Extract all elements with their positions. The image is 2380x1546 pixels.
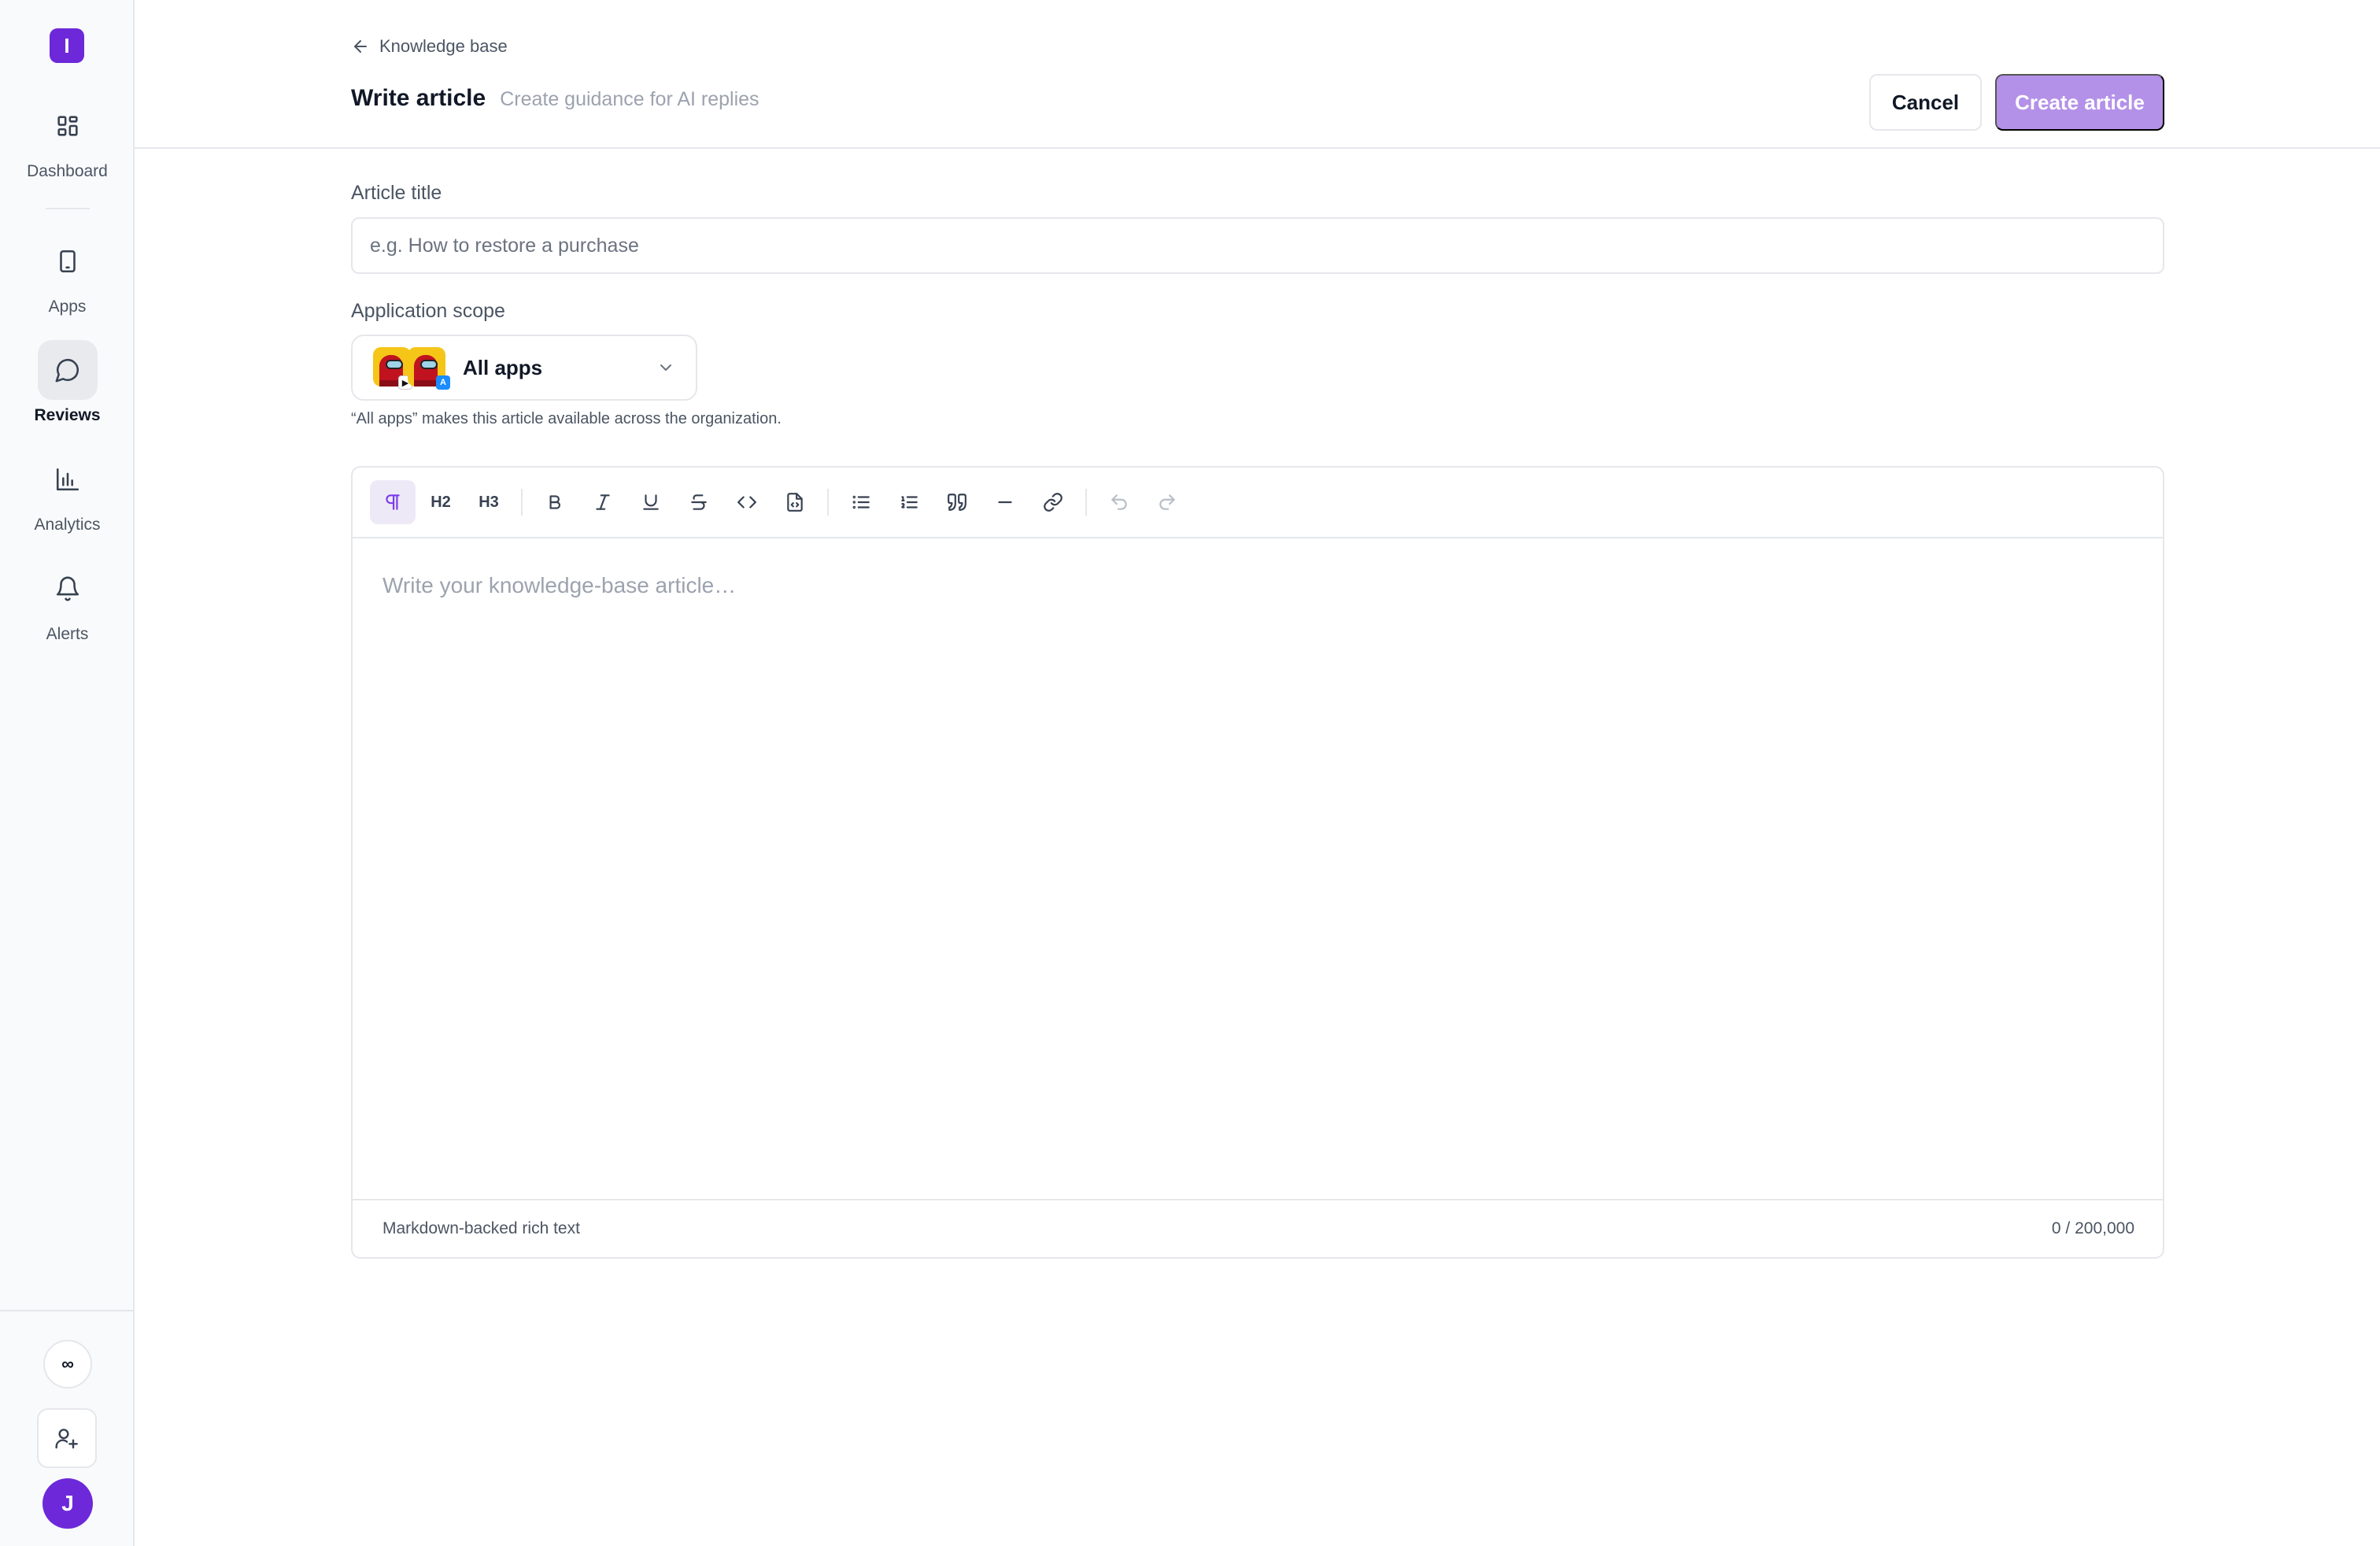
- page-subtitle: Create guidance for AI replies: [500, 88, 759, 110]
- underline-button[interactable]: [628, 480, 674, 524]
- quote-icon: [948, 494, 966, 511]
- chevron-down-icon: [660, 364, 671, 371]
- toolbar-separator: [1085, 489, 1087, 516]
- sidebar-divider: [46, 208, 90, 209]
- phone-icon: [38, 231, 98, 291]
- heading-2-label: H2: [431, 493, 451, 511]
- app-store-badge-icon: A: [436, 375, 450, 390]
- user-plus-icon: [55, 1429, 78, 1449]
- breadcrumb-back-link[interactable]: Knowledge base: [351, 36, 508, 57]
- editor-footer: Markdown-backed rich text 0 / 200,000: [353, 1199, 2163, 1257]
- sidebar-item-label: Analytics: [34, 516, 101, 534]
- code-icon: [737, 496, 756, 509]
- sidebar: I Dashboard Apps Reviews Analytics Alert…: [0, 0, 135, 1546]
- italic-icon: [596, 494, 610, 510]
- bold-icon: [549, 495, 561, 509]
- sidebar-item-label: Alerts: [46, 625, 89, 643]
- page-title: Write article: [351, 85, 486, 111]
- create-article-button[interactable]: Create article: [1995, 74, 2164, 131]
- undo-button[interactable]: [1096, 480, 1142, 524]
- toolbar-separator: [521, 489, 523, 516]
- sidebar-item-dashboard[interactable]: Dashboard: [0, 96, 135, 181]
- cancel-button[interactable]: Cancel: [1869, 74, 1982, 131]
- avatar[interactable]: J: [42, 1478, 93, 1529]
- italic-button[interactable]: [580, 480, 626, 524]
- header-divider: [135, 147, 2380, 149]
- underline-icon: [643, 494, 659, 510]
- arrow-left-icon: [354, 40, 367, 53]
- infinity-button[interactable]: ∞: [43, 1340, 92, 1389]
- redo-icon: [1159, 494, 1175, 510]
- grid-icon: [38, 96, 98, 156]
- undo-icon: [1111, 494, 1127, 510]
- heading-2-button[interactable]: H2: [418, 480, 464, 524]
- infinity-icon: ∞: [61, 1354, 74, 1374]
- character-count: 0 / 200,000: [2051, 1219, 2134, 1237]
- list-icon: [852, 495, 870, 509]
- rich-text-editor: H2 H3 Write your knowledge-base article……: [351, 466, 2164, 1259]
- list-ordered-icon: [901, 496, 918, 509]
- ordered-list-button[interactable]: [886, 480, 932, 524]
- paragraph-button[interactable]: [370, 480, 416, 524]
- editor-format-note: Markdown-backed rich text: [382, 1219, 580, 1237]
- horizontal-rule-button[interactable]: [982, 480, 1028, 524]
- scope-value: All apps: [463, 355, 543, 379]
- strikethrough-icon: [691, 494, 707, 510]
- app-logo[interactable]: I: [50, 28, 84, 63]
- sidebar-item-alerts[interactable]: Alerts: [0, 559, 135, 644]
- inline-code-button[interactable]: [724, 480, 770, 524]
- application-scope-select[interactable]: ▶ A All apps: [351, 335, 697, 401]
- editor-content-area[interactable]: Write your knowledge-base article…: [353, 538, 2163, 1200]
- strikethrough-button[interactable]: [676, 480, 722, 524]
- sidebar-item-reviews[interactable]: Reviews: [0, 340, 135, 425]
- blockquote-button[interactable]: [934, 480, 980, 524]
- minus-icon: [998, 501, 1012, 504]
- sidebar-item-label: Reviews: [34, 406, 101, 424]
- application-scope-label: Application scope: [351, 300, 505, 322]
- invite-user-button[interactable]: [37, 1408, 97, 1468]
- breadcrumb-label: Knowledge base: [379, 36, 508, 56]
- sidebar-item-apps[interactable]: Apps: [0, 231, 135, 316]
- redo-button[interactable]: [1144, 480, 1190, 524]
- scope-hint: “All apps” makes this article available …: [351, 410, 782, 427]
- app-icons: ▶ A: [373, 347, 450, 390]
- chat-bubble-icon: [37, 340, 98, 400]
- bullet-list-button[interactable]: [838, 480, 884, 524]
- article-title-label: Article title: [351, 182, 442, 204]
- editor-toolbar: H2 H3: [353, 468, 2163, 538]
- link-icon: [1044, 493, 1062, 512]
- editor-placeholder: Write your knowledge-base article…: [382, 573, 737, 597]
- bell-icon: [38, 559, 98, 619]
- link-button[interactable]: [1030, 480, 1076, 524]
- pilcrow-icon: [386, 494, 400, 510]
- bold-button[interactable]: [532, 480, 578, 524]
- file-code-icon: [787, 493, 803, 512]
- sidebar-divider: [0, 1310, 135, 1311]
- bar-chart-icon: [38, 449, 98, 509]
- sidebar-item-label: Apps: [48, 298, 87, 316]
- page-title-row: Write article Create guidance for AI rep…: [351, 85, 759, 112]
- sidebar-item-label: Dashboard: [27, 162, 108, 180]
- sidebar-item-analytics[interactable]: Analytics: [0, 449, 135, 534]
- toolbar-separator: [827, 489, 829, 516]
- article-title-input[interactable]: [351, 217, 2164, 274]
- code-block-button[interactable]: [772, 480, 818, 524]
- heading-3-button[interactable]: H3: [466, 480, 512, 524]
- heading-3-label: H3: [479, 493, 499, 511]
